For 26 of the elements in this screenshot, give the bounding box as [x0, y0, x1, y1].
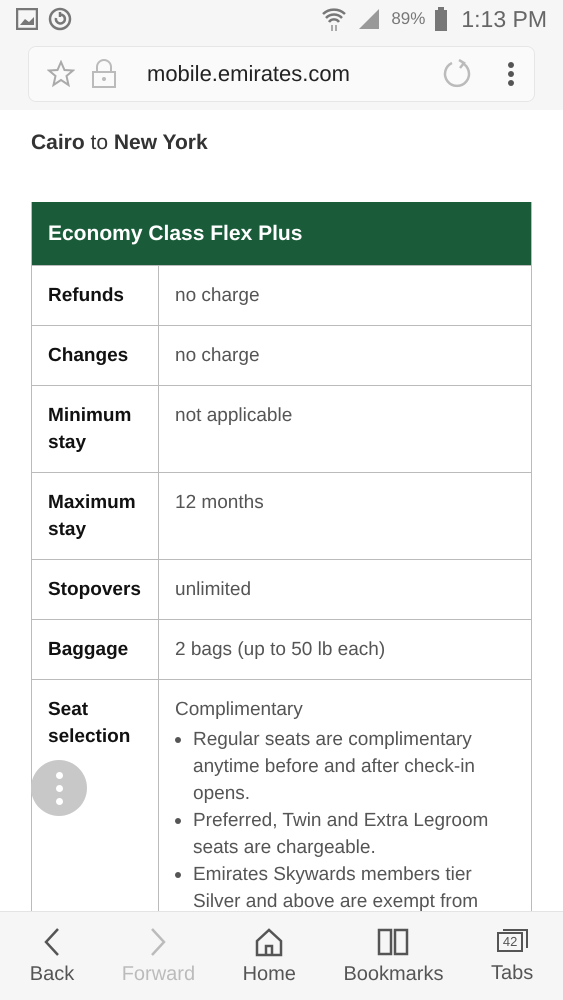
row-value: unlimited	[175, 578, 252, 602]
row-value: 2 bags (up to 50 lb each)	[175, 638, 386, 662]
nav-button[interactable]: Back	[28, 924, 76, 988]
bullet-text: Preferred, Twin and Extra Legroom seats are chargeable.	[193, 809, 490, 860]
row-value: 12 months	[175, 491, 265, 515]
table-header: Economy Class Flex Plus	[32, 202, 531, 265]
clock: 1:13 PM	[461, 6, 547, 32]
row-label: Changes	[32, 326, 159, 385]
battery-percent: 89%	[391, 9, 426, 29]
row-value: Complimentary	[175, 698, 304, 722]
row-value: no charge	[175, 284, 261, 308]
row-label: Maximum stay	[32, 473, 159, 559]
bullet-text: Regular seats are complimentary anytime before and after check-in opens.	[193, 728, 476, 806]
route-title: Cairo to New York	[31, 130, 209, 156]
row-value: no charge	[175, 344, 261, 368]
address-bar[interactable]: mobile.emirates.com	[28, 46, 535, 102]
row-label: Baggage	[32, 620, 159, 679]
bullet-text: Emirates Skywards members tier Silver and above are exempt from	[193, 863, 480, 911]
nav-button[interactable]: 42 Tabs	[488, 926, 536, 986]
url-text: mobile.emirates.com	[147, 61, 351, 87]
row-value: not applicable	[175, 404, 294, 428]
nav-button[interactable]: Bookmarks	[341, 924, 446, 988]
row-label: Stopovers	[32, 560, 159, 619]
row-label: Refunds	[32, 266, 159, 325]
nav-button[interactable]: Home	[240, 924, 298, 988]
row-label: Minimum stay	[32, 386, 159, 472]
